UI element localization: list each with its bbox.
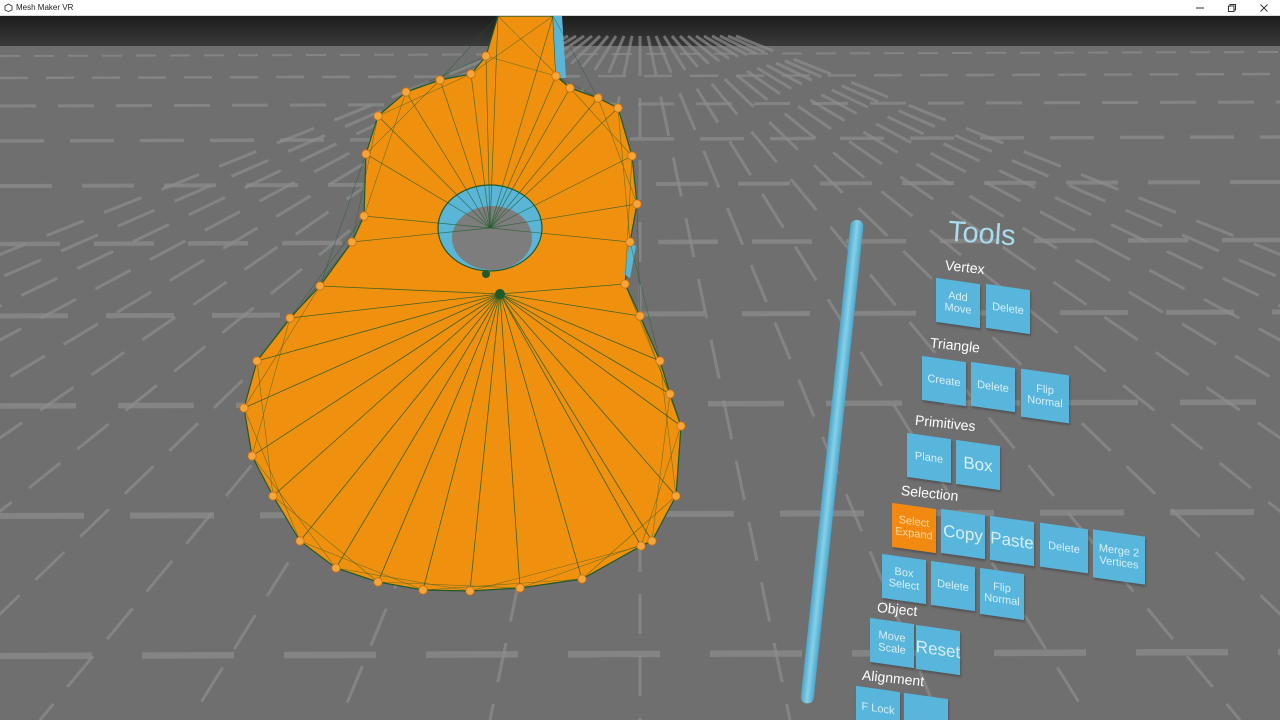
paste-button[interactable]: Paste <box>990 515 1034 567</box>
mesh-vertex <box>577 574 587 584</box>
reset-button[interactable]: Reset <box>916 624 960 676</box>
triangle-create-button[interactable]: Create <box>922 355 966 407</box>
box-button[interactable]: Box <box>956 439 1000 491</box>
selection-delete-button-2[interactable]: Delete <box>931 560 975 612</box>
mesh-vertex <box>627 151 637 161</box>
mesh-vertex <box>247 451 257 461</box>
vr-viewport[interactable]: Tools Vertex Add Move Delete Triangle Cr… <box>0 16 1280 720</box>
mesh-vertex <box>465 586 475 596</box>
mesh-vertex <box>636 541 646 551</box>
mesh-vertex <box>655 356 665 366</box>
grid-line <box>0 100 1280 108</box>
plane-button[interactable]: Plane <box>907 432 951 484</box>
restore-icon[interactable] <box>1216 0 1248 15</box>
mesh-vertex <box>625 237 635 247</box>
mesh-vertex <box>401 87 411 97</box>
mesh-vertex <box>285 313 295 323</box>
mesh-vertex <box>347 237 357 247</box>
mesh-vertex <box>361 149 371 159</box>
mesh-vertex <box>620 279 630 289</box>
minimize-icon[interactable] <box>1184 0 1216 15</box>
mesh-vertex <box>295 536 305 546</box>
mesh-vertex <box>671 491 681 501</box>
mesh-hub <box>482 270 490 278</box>
mesh-vertex <box>268 491 278 501</box>
mesh-vertex <box>239 403 249 413</box>
mesh-vertex <box>565 83 575 93</box>
mesh-vertex <box>373 111 383 121</box>
mesh-vertex <box>359 211 369 221</box>
select-expand-button[interactable]: Select Expand <box>892 502 936 554</box>
guitar-body <box>243 16 682 592</box>
mesh-vertex <box>466 69 476 79</box>
mesh-vertex <box>315 281 325 291</box>
grid-line <box>0 648 1280 660</box>
mesh-vertex <box>481 51 491 61</box>
mesh-vertex <box>613 103 623 113</box>
f-lock-button[interactable]: F Lock <box>856 685 900 720</box>
box-select-button[interactable]: Box Select <box>882 553 926 605</box>
app-icon <box>3 3 13 13</box>
vertex-delete-button[interactable]: Delete <box>986 283 1030 335</box>
move-scale-button[interactable]: Move Scale <box>870 617 914 669</box>
sound-hole-inner <box>452 206 532 270</box>
selection-flip-normal-button[interactable]: Flip Normal <box>980 567 1024 621</box>
copy-button[interactable]: Copy <box>941 508 985 560</box>
mesh-vertex <box>418 585 428 595</box>
mesh-vertex <box>632 199 642 209</box>
mesh-vertex <box>373 577 383 587</box>
mesh-hub <box>495 289 505 299</box>
window-title: Mesh Maker VR <box>16 3 74 12</box>
grid-line <box>0 135 1280 143</box>
title-bar: Mesh Maker VR <box>0 0 1280 16</box>
scene-canvas[interactable] <box>0 16 1280 720</box>
mesh-vertex <box>331 563 341 573</box>
mesh-vertex <box>252 356 262 366</box>
mesh-vertex <box>676 421 686 431</box>
mesh-vertex <box>635 311 645 321</box>
triangle-flip-normal-button[interactable]: Flip Normal <box>1021 368 1069 424</box>
mesh-vertex <box>435 75 445 85</box>
triangle-delete-button[interactable]: Delete <box>971 361 1015 413</box>
mesh-vertex <box>593 93 603 103</box>
mesh-vertex <box>551 71 561 81</box>
close-icon[interactable] <box>1248 0 1280 15</box>
selection-delete-button[interactable]: Delete <box>1040 522 1088 574</box>
merge-vertices-button[interactable]: Merge 2 Vertices <box>1093 529 1145 585</box>
mesh-vertex <box>515 583 525 593</box>
mesh-vertex <box>665 389 675 399</box>
add-move-button[interactable]: Add Move <box>936 277 980 329</box>
mesh-vertex <box>647 536 657 546</box>
